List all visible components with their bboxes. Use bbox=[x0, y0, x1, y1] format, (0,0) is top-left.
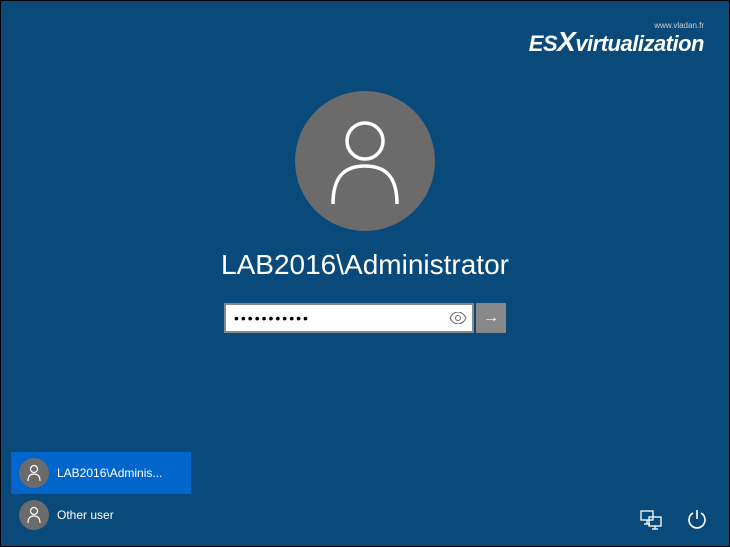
user-avatar-small bbox=[19, 458, 49, 488]
watermark-brand: ESXvirtualization bbox=[529, 31, 704, 56]
power-button[interactable] bbox=[683, 506, 711, 534]
submit-button[interactable]: → bbox=[476, 303, 506, 333]
password-row: → bbox=[224, 303, 506, 333]
network-icon bbox=[639, 510, 663, 530]
user-avatar-small bbox=[19, 500, 49, 530]
user-tile-label: Other user bbox=[57, 508, 114, 522]
arrow-right-icon: → bbox=[483, 309, 499, 327]
password-input[interactable] bbox=[224, 303, 444, 333]
reveal-password-button[interactable] bbox=[444, 303, 474, 333]
person-icon bbox=[26, 506, 42, 524]
power-icon bbox=[686, 509, 708, 531]
username-display: LAB2016\Administrator bbox=[221, 249, 509, 281]
user-switcher-list: LAB2016\Adminis... Other user bbox=[11, 452, 191, 536]
person-icon bbox=[26, 464, 42, 482]
watermark-url: www.vladan.fr bbox=[529, 21, 704, 30]
eye-icon bbox=[449, 312, 467, 324]
login-panel: LAB2016\Administrator → bbox=[1, 91, 729, 333]
user-tile-administrator[interactable]: LAB2016\Adminis... bbox=[11, 452, 191, 494]
user-avatar-large bbox=[295, 91, 435, 231]
person-icon bbox=[325, 116, 405, 206]
user-tile-other[interactable]: Other user bbox=[11, 494, 191, 536]
user-tile-label: LAB2016\Adminis... bbox=[57, 466, 162, 480]
network-button[interactable] bbox=[637, 506, 665, 534]
accessibility-controls bbox=[637, 506, 711, 534]
watermark-logo: www.vladan.fr ESXvirtualization bbox=[529, 21, 704, 58]
